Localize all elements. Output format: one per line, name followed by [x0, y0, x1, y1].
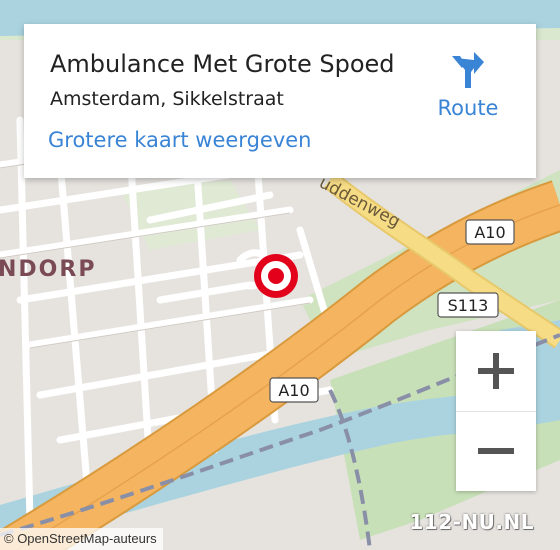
- place-title: Ambulance Met Grote Spoed: [50, 50, 395, 78]
- route-label: Route: [437, 96, 499, 120]
- svg-text:A10: A10: [278, 381, 309, 400]
- place-subtitle: Amsterdam, Sikkelstraat: [50, 88, 284, 110]
- road-shield-a10-top: A10: [465, 219, 515, 245]
- plus-icon: [478, 353, 514, 389]
- zoom-in-button[interactable]: [456, 331, 536, 412]
- route-button[interactable]: Route: [418, 50, 518, 126]
- road-shield-a10-bottom: A10: [269, 377, 319, 403]
- zoom-out-button[interactable]: [456, 411, 536, 491]
- place-info-card: Ambulance Met Grote Spoed Amsterdam, Sik…: [24, 24, 536, 178]
- minus-icon: [478, 448, 514, 454]
- road-shield-s113: S113: [437, 292, 499, 318]
- watermark: 112-NU.NL: [409, 510, 534, 534]
- district-label: NDORP: [0, 257, 96, 282]
- zoom-control: [456, 331, 536, 491]
- map-attribution[interactable]: © OpenStreetMap-auteurs: [0, 528, 163, 550]
- directions-icon: [452, 52, 484, 88]
- location-marker[interactable]: [254, 254, 298, 298]
- svg-text:A10: A10: [474, 223, 505, 242]
- bigger-map-link[interactable]: Grotere kaart weergeven: [48, 128, 311, 152]
- svg-text:S113: S113: [448, 296, 489, 315]
